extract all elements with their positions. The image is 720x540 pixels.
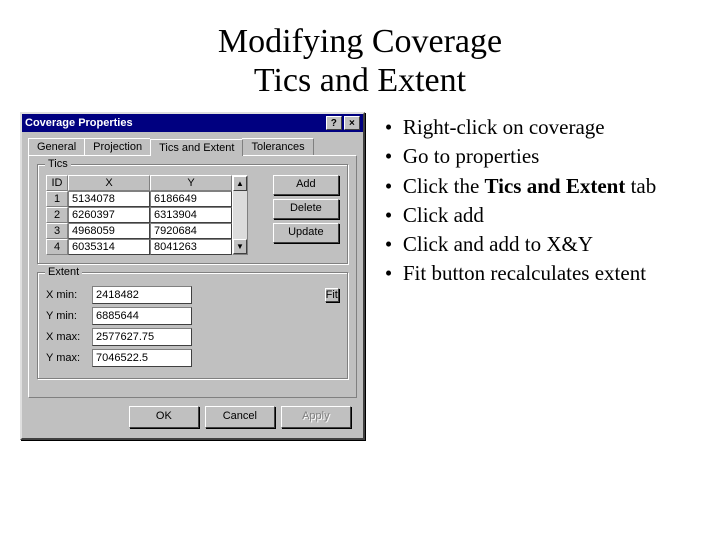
update-button[interactable]: Update xyxy=(273,223,339,243)
tics-legend: Tics xyxy=(45,158,71,170)
add-button[interactable]: Add xyxy=(273,175,339,195)
list-item: Click add xyxy=(383,202,694,228)
tics-table[interactable]: ID 1 2 3 4 X 5134078 6260397 4968059 xyxy=(46,175,248,255)
chevron-down-icon: ▼ xyxy=(236,242,244,251)
help-button[interactable]: ? xyxy=(326,116,342,130)
ymin-field[interactable]: 6885644 xyxy=(92,307,192,325)
cancel-button[interactable]: Cancel xyxy=(205,406,275,428)
tics-group: Tics ID 1 2 3 4 X 5 xyxy=(37,164,348,264)
xmax-field[interactable]: 2577627.75 xyxy=(92,328,192,346)
ymin-label: Y min: xyxy=(46,310,92,322)
table-cell-x[interactable]: 6035314 xyxy=(68,239,150,255)
coverage-properties-dialog: Coverage Properties ? × General Projecti… xyxy=(20,112,365,440)
tab-tics-and-extent[interactable]: Tics and Extent xyxy=(150,139,243,156)
titlebar[interactable]: Coverage Properties ? × xyxy=(22,114,363,132)
table-cell-x[interactable]: 6260397 xyxy=(68,207,150,223)
dialog-title: Coverage Properties xyxy=(25,117,133,129)
tab-panel-tics-extent: Tics ID 1 2 3 4 X 5 xyxy=(28,155,357,398)
xmax-label: X max: xyxy=(46,331,92,343)
ymax-field[interactable]: 7046522.5 xyxy=(92,349,192,367)
list-item: Right-click on coverage xyxy=(383,114,694,140)
ymax-label: Y max: xyxy=(46,352,92,364)
xmin-label: X min: xyxy=(46,289,92,301)
dialog-button-row: OK Cancel Apply xyxy=(28,398,357,430)
tab-strip: General Projection Tics and Extent Toler… xyxy=(28,138,357,155)
table-row-id[interactable]: 4 xyxy=(46,239,68,255)
list-item: Click and add to X&Y xyxy=(383,231,694,257)
delete-button[interactable]: Delete xyxy=(273,199,339,219)
close-button[interactable]: × xyxy=(344,116,360,130)
col-header-id[interactable]: ID xyxy=(46,175,68,191)
fit-button[interactable]: Fit xyxy=(325,288,339,302)
tab-tolerances[interactable]: Tolerances xyxy=(242,138,313,155)
scroll-down-button[interactable]: ▼ xyxy=(233,239,247,254)
list-item: Fit button recalculates extent xyxy=(383,260,694,286)
table-row-id[interactable]: 3 xyxy=(46,223,68,239)
instruction-list: Right-click on coverage Go to properties… xyxy=(383,112,700,290)
tab-general[interactable]: General xyxy=(28,138,85,155)
col-header-y[interactable]: Y xyxy=(150,175,232,191)
help-icon: ? xyxy=(331,118,337,129)
list-item: Click the Tics and Extent tab xyxy=(383,173,694,199)
scroll-up-button[interactable]: ▲ xyxy=(233,176,247,191)
table-row-id[interactable]: 1 xyxy=(46,191,68,207)
table-cell-y[interactable]: 7920684 xyxy=(150,223,232,239)
table-cell-x[interactable]: 4968059 xyxy=(68,223,150,239)
ok-button[interactable]: OK xyxy=(129,406,199,428)
table-cell-x[interactable]: 5134078 xyxy=(68,191,150,207)
table-cell-y[interactable]: 6313904 xyxy=(150,207,232,223)
chevron-up-icon: ▲ xyxy=(236,179,244,188)
slide-title: Modifying Coverage Tics and Extent xyxy=(0,0,720,100)
title-line-1: Modifying Coverage xyxy=(0,22,720,61)
tab-projection[interactable]: Projection xyxy=(84,138,151,155)
col-header-x[interactable]: X xyxy=(68,175,150,191)
tics-scrollbar[interactable]: ▲ ▼ xyxy=(232,175,248,255)
xmin-field[interactable]: 2418482 xyxy=(92,286,192,304)
table-cell-y[interactable]: 8041263 xyxy=(150,239,232,255)
table-cell-y[interactable]: 6186649 xyxy=(150,191,232,207)
extent-legend: Extent xyxy=(45,266,82,278)
close-icon: × xyxy=(349,118,355,129)
extent-group: Extent X min: 2418482 Fit Y min: 6885644… xyxy=(37,272,348,379)
list-item: Go to properties xyxy=(383,143,694,169)
apply-button[interactable]: Apply xyxy=(281,406,351,428)
title-line-2: Tics and Extent xyxy=(0,61,720,100)
table-row-id[interactable]: 2 xyxy=(46,207,68,223)
